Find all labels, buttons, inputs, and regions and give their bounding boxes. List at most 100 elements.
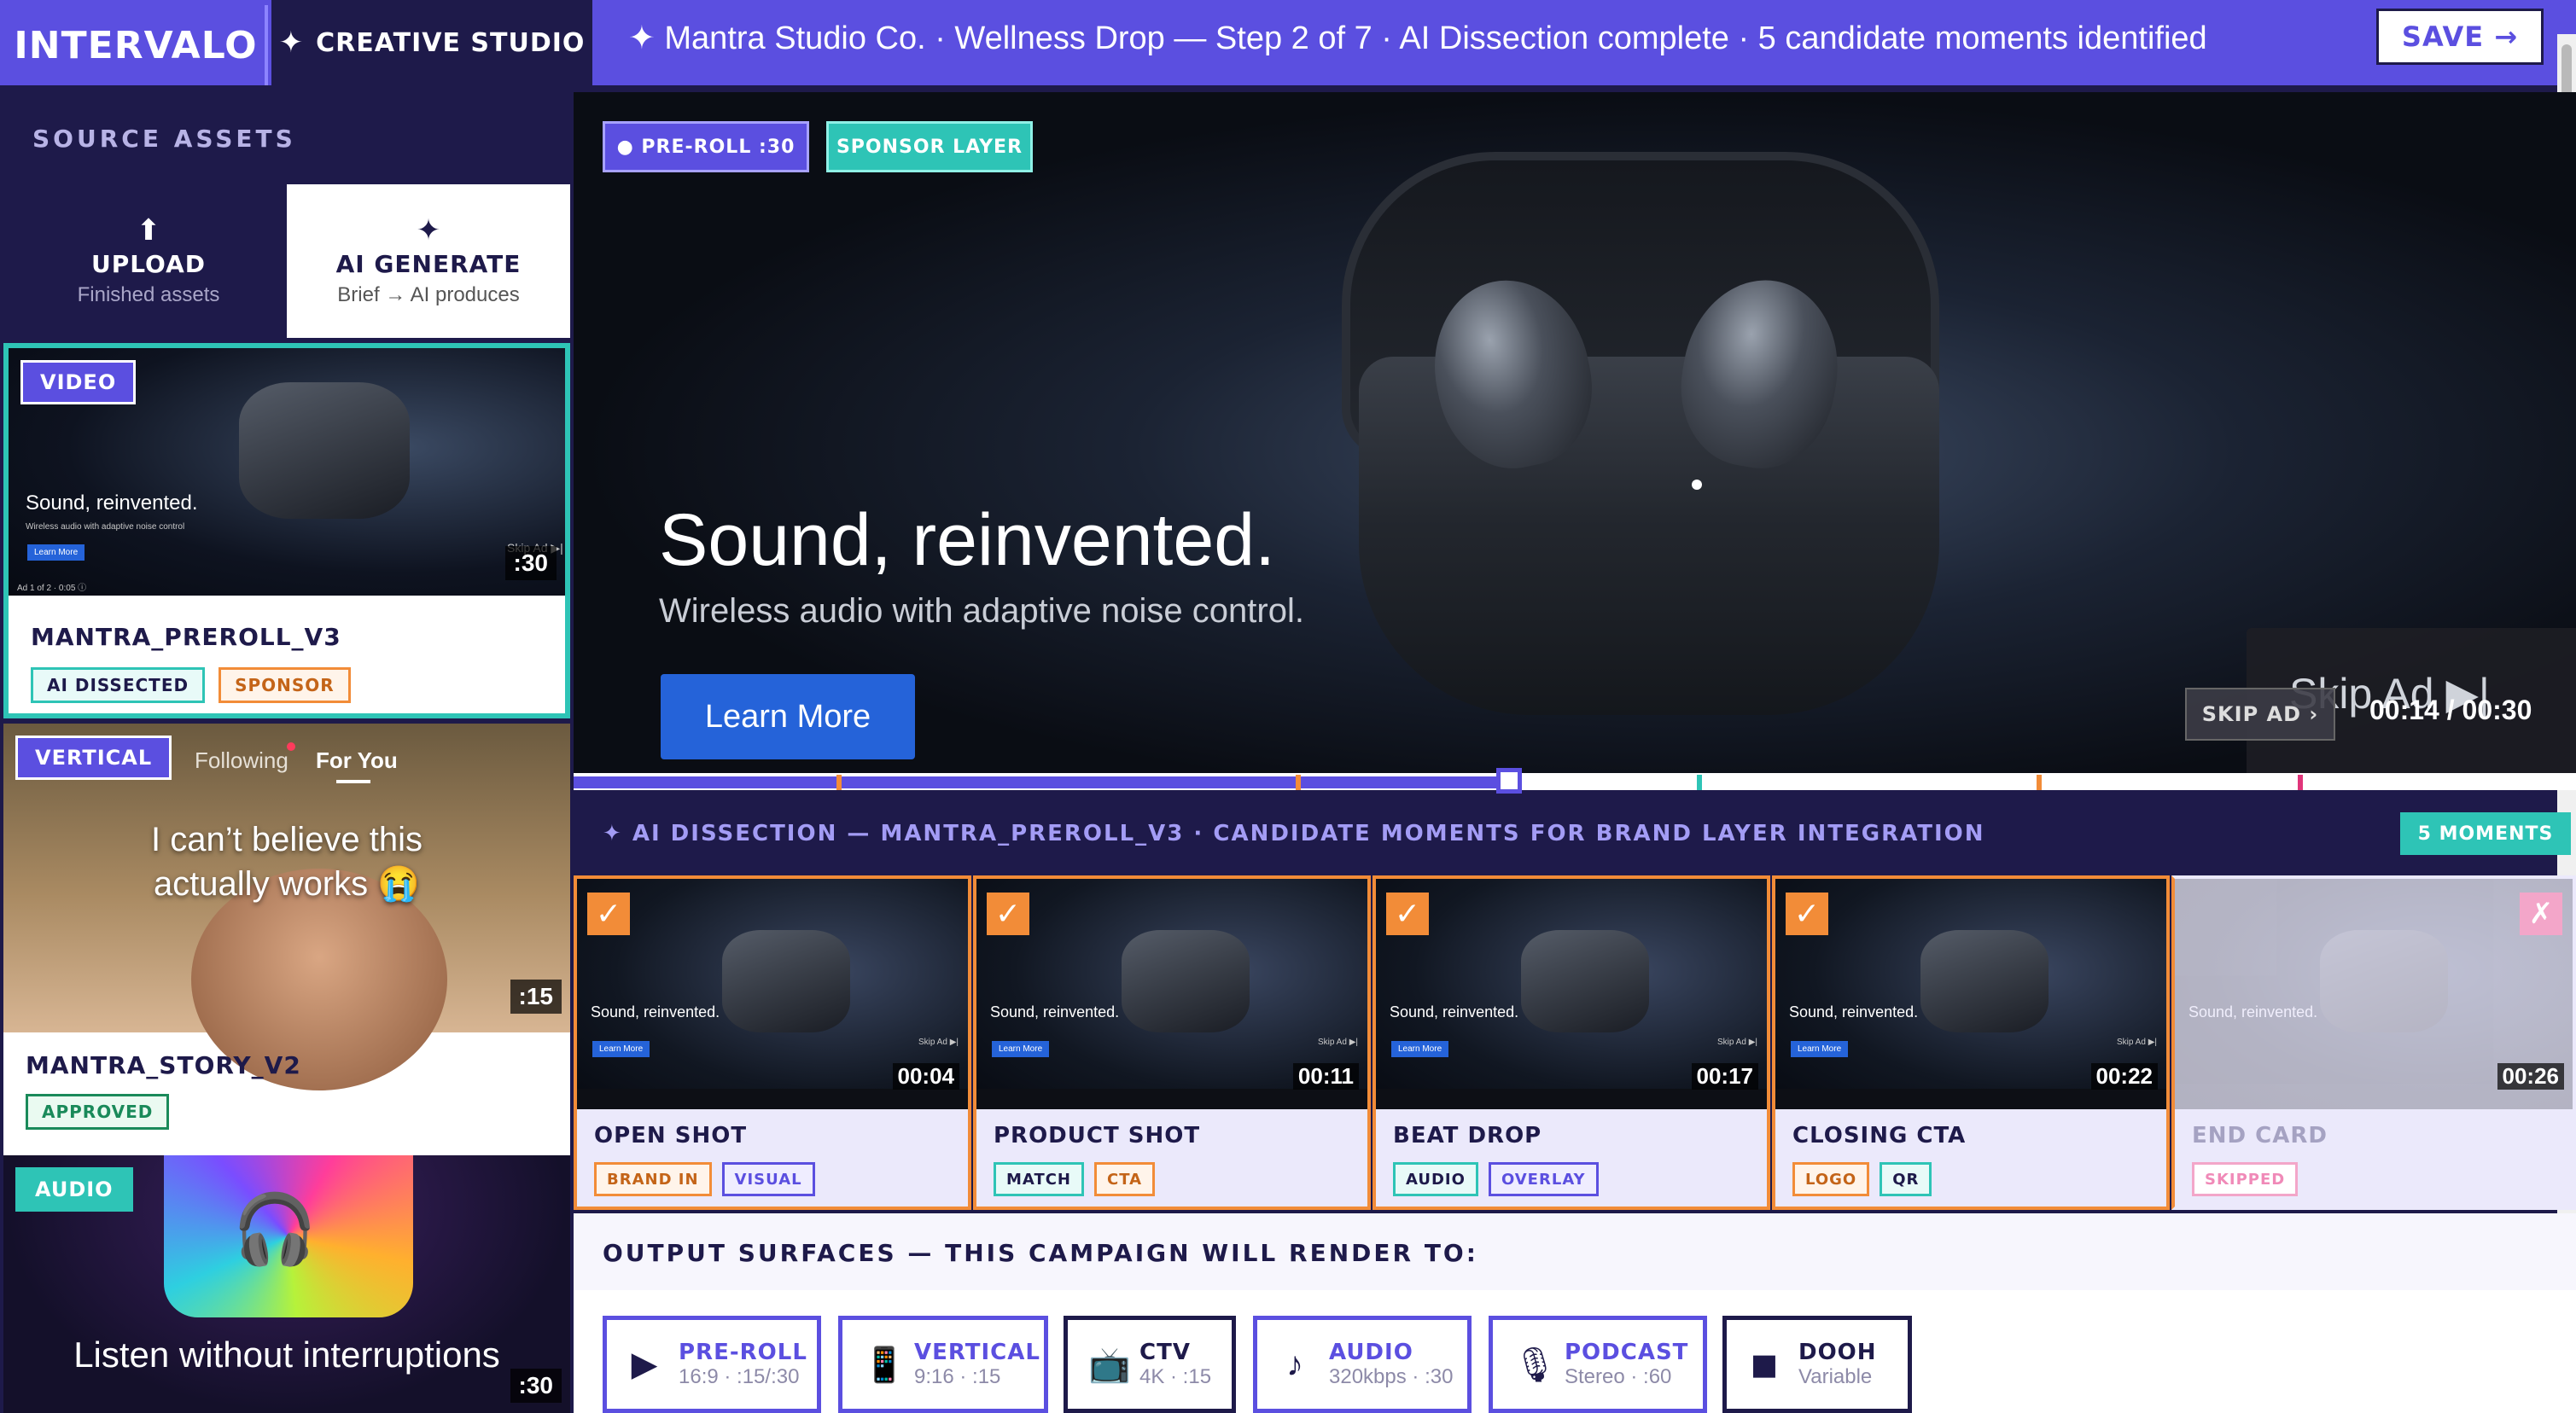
moment-time: 00:26 <box>2497 1063 2564 1090</box>
ad-subline: Wireless audio with adaptive noise contr… <box>659 592 1304 630</box>
surface-name: VERTICAL <box>914 1340 1040 1365</box>
moment-marker[interactable] <box>836 775 842 790</box>
mini-subline: Wireless audio with adaptive noise contr… <box>26 522 185 532</box>
ai-generate-sub: Brief → AI produces <box>337 282 520 306</box>
check-icon[interactable]: ✓ <box>987 893 1029 935</box>
mini-skip: Skip Ad ▶| <box>918 1038 959 1047</box>
microphone-icon: 🎙 <box>1513 1346 1557 1384</box>
tab-creative-studio[interactable]: ✦ CREATIVE STUDIO <box>271 0 592 85</box>
mini-cta: Learn More <box>27 544 85 561</box>
moment-card-skipped[interactable]: Sound, reinvented. ✗ 00:26 END CARD SKIP… <box>2171 875 2576 1210</box>
asset-card-audio[interactable]: 🎧 Listen without interruptions :30 AUDIO <box>3 1155 570 1413</box>
upload-sub: Finished assets <box>77 282 220 306</box>
surface-spec: 4K · :15 <box>1139 1365 1212 1388</box>
earbuds-case-image <box>1920 930 2049 1032</box>
sidebar-title: SOURCE ASSETS <box>32 125 296 153</box>
mini-meta: Ad 1 of 2 · 0:05 ⓘ <box>17 584 87 593</box>
asset-name: MANTRA_STORY_V2 <box>26 1051 301 1079</box>
timeline-progress <box>574 776 1509 788</box>
surface-preroll[interactable]: ▶ PRE-ROLL 16:9 · :15/:30 <box>603 1316 821 1413</box>
tab-label: CREATIVE STUDIO <box>316 27 586 58</box>
surface-podcast[interactable]: 🎙 PODCAST Stereo · :60 <box>1489 1316 1707 1413</box>
app-logo[interactable]: INTERVALO <box>7 5 268 85</box>
dissection-header: ✦ AI DISSECTION — MANTRA_PREROLL_V3 · CA… <box>574 802 2576 865</box>
ad-headline: Sound, reinvented. <box>659 499 1275 581</box>
asset-card-preroll[interactable]: Sound, reinvented. Wireless audio with a… <box>3 343 570 718</box>
moment-title: BEAT DROP <box>1393 1123 1542 1148</box>
notification-dot <box>287 742 295 751</box>
upload-button[interactable]: ⬆ UPLOAD Finished assets <box>7 184 290 338</box>
moment-title: END CARD <box>2192 1123 2328 1148</box>
moment-title: OPEN SHOT <box>594 1123 748 1148</box>
play-icon: ▶ <box>631 1346 658 1383</box>
tab-for-you[interactable]: For You <box>316 747 398 774</box>
check-icon[interactable]: ✓ <box>587 893 630 935</box>
mini-headline: Sound, reinvented. <box>990 1003 1120 1020</box>
moment-marker[interactable] <box>2037 775 2042 790</box>
timecode: 00:14 / 00:30 <box>2369 695 2532 725</box>
asset-type-badge: VERTICAL <box>15 736 172 780</box>
chip-ai-dissected: AI DISSECTED <box>31 667 206 703</box>
top-bar: INTERVALO ✦ CREATIVE STUDIO ✦ Mantra Stu… <box>0 0 2576 85</box>
player-controls <box>976 1089 1367 1109</box>
status-led <box>1692 480 1702 490</box>
earbuds-case-image <box>1122 930 1250 1032</box>
skip-ad-button[interactable]: SKIP AD › <box>2185 688 2335 741</box>
moment-card[interactable]: Sound, reinvented. Learn More Skip Ad ▶|… <box>973 875 1371 1210</box>
mini-cta: Learn More <box>992 1041 1050 1057</box>
surface-dooh[interactable]: ◼ DOOH Variable <box>1722 1316 1912 1413</box>
close-icon[interactable]: ✗ <box>2520 893 2562 935</box>
duration-badge: :30 <box>504 546 557 580</box>
moment-marker[interactable] <box>1697 775 1702 790</box>
moment-time: 00:22 <box>2090 1063 2158 1090</box>
mini-skip: Skip Ad ▶| <box>1717 1038 1757 1047</box>
video-player[interactable]: ● PRE-ROLL :30 SPONSOR LAYER Sound, rein… <box>574 92 2576 773</box>
breadcrumb: ✦ Mantra Studio Co. · Wellness Drop — St… <box>628 20 2207 56</box>
output-title: OUTPUT SURFACES — THIS CAMPAIGN WILL REN… <box>603 1239 1478 1267</box>
moment-chips: AUDIO OVERLAY <box>1393 1162 1599 1196</box>
moment-marker[interactable] <box>2298 775 2303 790</box>
surface-spec: Variable <box>1798 1365 1873 1388</box>
upload-label: UPLOAD <box>90 249 207 278</box>
preroll-pill[interactable]: ● PRE-ROLL :30 <box>603 121 809 172</box>
mini-headline: Sound, reinvented. <box>591 1003 720 1020</box>
asset-card-story[interactable]: Following For You I can’t believe this a… <box>3 724 570 1155</box>
surface-vertical[interactable]: 📱 VERTICAL 9:16 · :15 <box>838 1316 1048 1413</box>
earbuds-case-image <box>2320 930 2448 1032</box>
surface-spec: 320kbps · :30 <box>1329 1365 1454 1388</box>
tab-following[interactable]: Following <box>195 747 288 774</box>
tv-icon: 📺 <box>1088 1346 1131 1384</box>
asset-type-badge: VIDEO <box>20 360 137 404</box>
sponsor-layer-pill[interactable]: SPONSOR LAYER <box>826 121 1033 172</box>
mini-headline: Sound, reinvented. <box>1390 1003 1519 1020</box>
ai-generate-label: AI GENERATE <box>335 249 522 278</box>
check-icon[interactable]: ✓ <box>1786 893 1828 935</box>
chip-skipped: SKIPPED <box>2192 1162 2299 1196</box>
surface-name: CTV <box>1139 1340 1191 1365</box>
player-controls <box>1775 1089 2166 1109</box>
surface-ctv[interactable]: 📺 CTV 4K · :15 <box>1064 1316 1236 1413</box>
chip-audio: AUDIO <box>1393 1162 1478 1196</box>
chip-approved: APPROVED <box>26 1094 170 1130</box>
moment-card[interactable]: Sound, reinvented. Learn More Skip Ad ▶|… <box>1373 875 1770 1210</box>
surface-audio[interactable]: ♪ AUDIO 320kbps · :30 <box>1253 1316 1472 1413</box>
moment-card[interactable]: Sound, reinvented. Learn More Skip Ad ▶|… <box>1772 875 2170 1210</box>
moment-marker[interactable] <box>1296 775 1301 790</box>
player-controls <box>1376 1089 1767 1109</box>
timeline-playhead[interactable] <box>1495 768 1522 794</box>
dissection-title: ✦ AI DISSECTION — MANTRA_PREROLL_V3 · CA… <box>603 821 1985 846</box>
moments-count-badge: 5 MOMENTS <box>2400 812 2571 855</box>
learn-more-button[interactable]: Learn More <box>661 674 915 759</box>
surface-name: PRE-ROLL <box>679 1340 807 1365</box>
moment-card[interactable]: Sound, reinvented. Learn More Skip Ad ▶|… <box>574 875 971 1210</box>
phone-icon: 📱 <box>863 1346 906 1384</box>
mini-cta: Learn More <box>592 1041 650 1057</box>
check-icon[interactable]: ✓ <box>1386 893 1429 935</box>
mini-headline: Sound, reinvented. <box>26 491 198 515</box>
duration-badge: :15 <box>510 980 562 1014</box>
ai-generate-button[interactable]: ✦ AI GENERATE Brief → AI produces <box>287 184 570 338</box>
playback-timeline[interactable] <box>574 768 2576 794</box>
headphones-icon: 🎧 <box>232 1191 318 1267</box>
save-button[interactable]: SAVE → <box>2376 9 2544 65</box>
mini-cta: Learn More <box>1391 1041 1449 1057</box>
